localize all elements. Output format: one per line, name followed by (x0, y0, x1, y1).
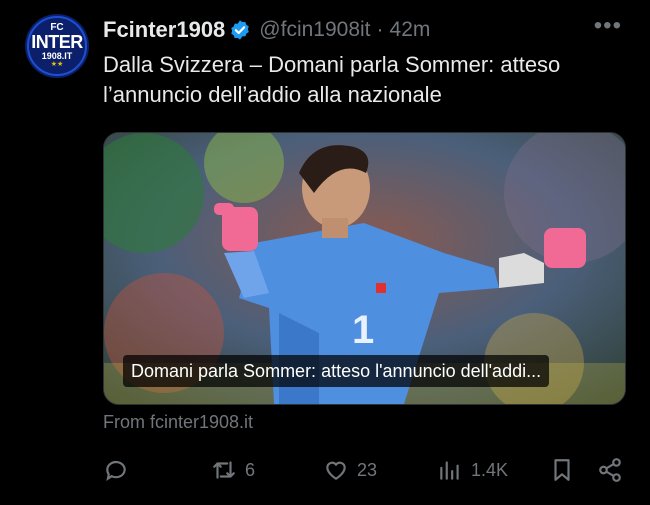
header-separator: · (376, 18, 384, 41)
like-count: 23 (357, 459, 378, 480)
share-button[interactable] (597, 452, 623, 488)
tweet-header: Fcinter1908 @fcin1908it · 42m (103, 15, 430, 45)
action-bar: 6 23 1.4K (103, 452, 623, 488)
heart-icon (326, 461, 346, 480)
reply-button[interactable] (103, 452, 129, 488)
share-icon (599, 458, 621, 482)
avatar[interactable]: FC INTER 1908.IT ★★ (25, 14, 89, 78)
avatar-ring (27, 16, 87, 76)
author-handle[interactable]: @fcin1908it (259, 18, 370, 42)
views-button[interactable]: 1.4K (437, 452, 508, 488)
verified-badge-icon (231, 20, 250, 40)
card-source[interactable]: From fcinter1908.it (103, 412, 253, 433)
reply-icon (106, 460, 126, 481)
tweet-text: Dalla Svizzera – Domani parla Sommer: at… (103, 52, 561, 107)
like-button[interactable]: 23 (323, 452, 377, 488)
bookmark-button[interactable] (549, 452, 575, 488)
more-options-button[interactable]: ••• (594, 14, 622, 38)
link-card[interactable]: 1 Domani parla Sommer: atteso l'annuncio… (103, 132, 626, 405)
author-name[interactable]: Fcinter1908 (103, 17, 225, 43)
post-time[interactable]: 42m (390, 18, 431, 42)
views-count: 1.4K (471, 459, 509, 480)
card-caption: Domani parla Sommer: atteso l'annuncio d… (123, 355, 550, 387)
retweet-count: 6 (245, 459, 256, 480)
bookmark-icon (554, 459, 570, 481)
retweet-icon (213, 461, 235, 479)
views-icon (440, 461, 459, 480)
retweet-button[interactable]: 6 (211, 452, 255, 488)
jersey-number: 1 (352, 308, 374, 352)
